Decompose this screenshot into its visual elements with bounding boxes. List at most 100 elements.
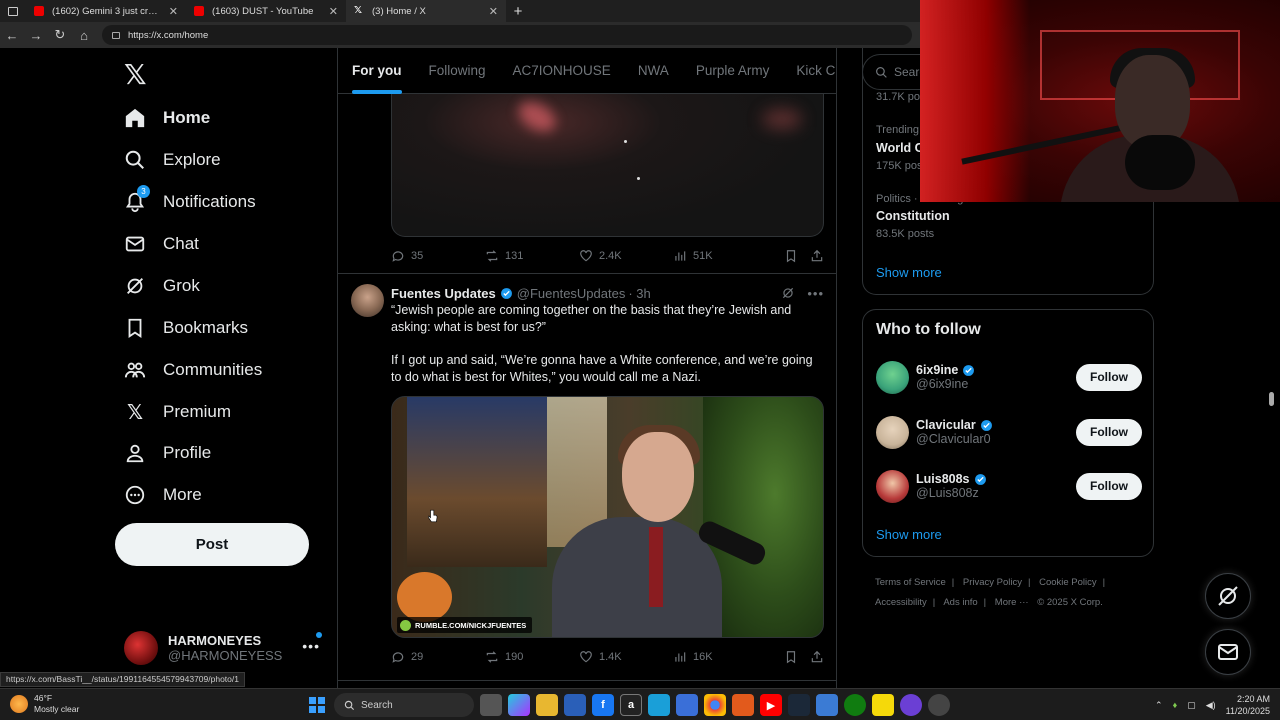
- facebook-icon[interactable]: f: [592, 694, 614, 716]
- follow-suggestion[interactable]: Luis808s @Luis808z Follow: [876, 466, 1142, 506]
- task-view-icon[interactable]: [480, 694, 502, 716]
- file-explorer-icon[interactable]: [536, 694, 558, 716]
- tab-kick-clips[interactable]: Kick Clips: [796, 48, 836, 94]
- bookmark-icon[interactable]: [784, 249, 798, 263]
- sidebar-item-explore[interactable]: Explore: [124, 142, 221, 178]
- sidebar-item-profile[interactable]: Profile: [124, 435, 211, 471]
- trend-name[interactable]: Constitution: [876, 209, 950, 223]
- share-icon[interactable]: [810, 650, 824, 664]
- home-button-icon[interactable]: ⌂: [72, 28, 96, 43]
- settings-icon[interactable]: [928, 694, 950, 716]
- tweet-divider: [338, 273, 836, 274]
- volume-icon[interactable]: ◀): [1206, 700, 1216, 711]
- sticky-notes-icon[interactable]: [872, 694, 894, 716]
- footer-link[interactable]: More ···: [995, 597, 1029, 608]
- tab-nwa[interactable]: NWA: [638, 48, 669, 94]
- tweet-timestamp[interactable]: · 3h: [628, 286, 650, 301]
- like-button[interactable]: 1.4K: [579, 650, 673, 664]
- sidebar-item-notifications[interactable]: 3 Notifications: [124, 184, 256, 220]
- repost-button[interactable]: 190: [485, 650, 579, 664]
- steam-icon[interactable]: [788, 694, 810, 716]
- share-icon[interactable]: [810, 249, 824, 263]
- tweet-author-handle[interactable]: @FuentesUpdates: [517, 286, 626, 301]
- sidebar-item-communities[interactable]: Communities: [124, 352, 262, 388]
- sidebar-item-bookmarks[interactable]: Bookmarks: [124, 310, 248, 346]
- clock[interactable]: 2:20 AM 11/20/2025: [1226, 693, 1270, 717]
- chevron-up-icon[interactable]: ⌃: [1155, 700, 1163, 711]
- reload-icon[interactable]: ↻: [48, 27, 72, 43]
- follow-button[interactable]: Follow: [1076, 472, 1142, 500]
- messages-floating-button[interactable]: [1205, 629, 1251, 675]
- browser-tab-1[interactable]: (1602) Gemini 3 just crushed eve ✕: [26, 0, 186, 22]
- new-tab-button[interactable]: +: [506, 3, 530, 20]
- close-tab-icon[interactable]: ✕: [489, 5, 498, 18]
- windows-start-icon[interactable]: [306, 694, 328, 716]
- tab-for-you[interactable]: For you: [352, 48, 402, 94]
- tweet-author-name[interactable]: Fuentes Updates: [391, 286, 496, 301]
- bookmark-icon[interactable]: [784, 650, 798, 664]
- follow-suggestion[interactable]: 6ix9ine @6ix9ine Follow: [876, 357, 1142, 397]
- site-info-icon[interactable]: [112, 31, 120, 39]
- reply-button[interactable]: 29: [391, 650, 485, 664]
- trends-show-more-link[interactable]: Show more: [876, 265, 942, 280]
- app-icon[interactable]: [816, 694, 838, 716]
- sidebar-item-grok[interactable]: Grok: [124, 268, 200, 304]
- sidebar-item-chat[interactable]: Chat: [124, 226, 199, 262]
- calculator-icon[interactable]: [676, 694, 698, 716]
- like-button[interactable]: 2.4K: [579, 249, 673, 263]
- repost-button[interactable]: 131: [485, 249, 579, 263]
- scrollbar-thumb[interactable]: [1269, 392, 1274, 406]
- previous-tweet-media[interactable]: [391, 94, 824, 237]
- edge-icon[interactable]: [648, 694, 670, 716]
- x-logo-icon[interactable]: 𝕏: [124, 58, 147, 91]
- who-to-follow-show-more-link[interactable]: Show more: [876, 527, 942, 542]
- forward-icon[interactable]: →: [24, 28, 48, 43]
- views-button[interactable]: 51K: [673, 249, 767, 263]
- tab-actions-menu[interactable]: [0, 0, 26, 22]
- app-icon[interactable]: [732, 694, 754, 716]
- amazon-icon[interactable]: a: [620, 694, 642, 716]
- close-tab-icon[interactable]: ✕: [169, 5, 178, 18]
- grok-floating-button[interactable]: [1205, 573, 1251, 619]
- post-button[interactable]: Post: [115, 523, 309, 566]
- footer-link[interactable]: Cookie Policy: [1039, 577, 1097, 588]
- youtube-icon[interactable]: ▶: [760, 694, 782, 716]
- url-field[interactable]: https://x.com/home: [102, 25, 912, 45]
- follow-button[interactable]: Follow: [1076, 363, 1142, 391]
- footer-link[interactable]: Ads info: [943, 597, 977, 608]
- more-dots-icon[interactable]: •••: [302, 638, 320, 654]
- sidebar-item-home[interactable]: Home: [124, 100, 210, 136]
- chrome-icon[interactable]: [704, 694, 726, 716]
- views-button[interactable]: 16K: [673, 650, 767, 664]
- browser-tab-3[interactable]: 𝕏 (3) Home / X ✕: [346, 0, 506, 22]
- grok-icon[interactable]: [781, 286, 795, 300]
- account-switcher[interactable]: HARMONEYES @HARMONEYESS •••: [124, 628, 324, 668]
- xbox-icon[interactable]: [844, 694, 866, 716]
- follow-suggestion[interactable]: Clavicular @Clavicular0 Follow: [876, 412, 1142, 452]
- avatar[interactable]: [351, 284, 384, 317]
- weather-widget[interactable]: 46°F Mostly clear: [10, 693, 79, 715]
- close-tab-icon[interactable]: ✕: [329, 5, 338, 18]
- tab-purple-army[interactable]: Purple Army: [696, 48, 770, 94]
- tab-ac7ionhouse[interactable]: AC7IONHOUSE: [513, 48, 611, 94]
- store-icon[interactable]: [564, 694, 586, 716]
- browser-tab-2[interactable]: (1603) DUST - YouTube ✕: [186, 0, 346, 22]
- back-icon[interactable]: ←: [0, 28, 24, 43]
- sidebar-item-more[interactable]: More: [124, 477, 202, 513]
- taskbar-search[interactable]: Search: [334, 693, 474, 717]
- trend-name[interactable]: World C: [876, 141, 924, 155]
- tab-following[interactable]: Following: [429, 48, 486, 94]
- footer-link[interactable]: Terms of Service: [875, 577, 946, 588]
- tweet-video[interactable]: RUMBLE.COM/NICKJFUENTES: [391, 396, 824, 638]
- network-icon[interactable]: ▢: [1187, 700, 1196, 711]
- sidebar-item-premium[interactable]: 𝕏 Premium: [124, 394, 231, 430]
- obs-icon[interactable]: [900, 694, 922, 716]
- more-dots-icon[interactable]: •••: [807, 286, 824, 301]
- app-tray-icon[interactable]: ♦: [1173, 700, 1178, 710]
- reply-button[interactable]: 35: [391, 249, 485, 263]
- copilot-icon[interactable]: [508, 694, 530, 716]
- footer-link[interactable]: Accessibility: [875, 597, 927, 608]
- follow-button[interactable]: Follow: [1076, 418, 1142, 446]
- footer-link[interactable]: Privacy Policy: [963, 577, 1022, 588]
- rumble-logo-icon: [400, 619, 411, 631]
